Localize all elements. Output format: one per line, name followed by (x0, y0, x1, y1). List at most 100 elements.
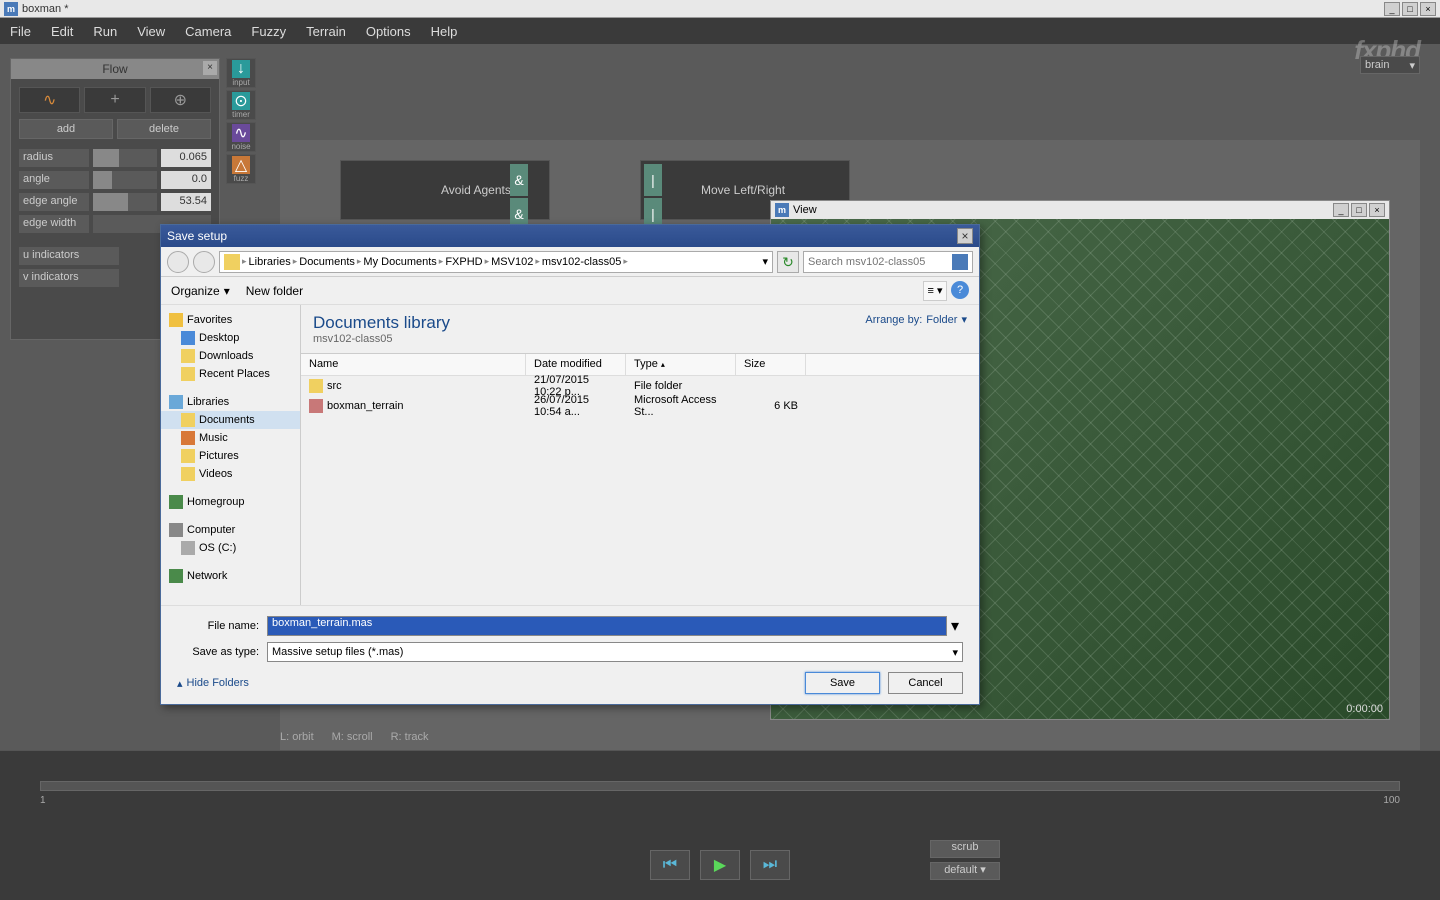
sidebar-libraries[interactable]: Libraries (161, 393, 300, 411)
top-dropdown[interactable]: brain▾ (1360, 56, 1420, 74)
view-close-button[interactable]: × (1369, 203, 1385, 217)
flow-delete-button[interactable]: delete (117, 119, 211, 139)
chevron-down-icon[interactable]: ▾ (947, 616, 963, 636)
param-slider[interactable] (93, 171, 157, 189)
chevron-down-icon[interactable]: ▾ (762, 255, 768, 268)
param-value[interactable]: 53.54 (161, 193, 211, 211)
maximize-button[interactable]: □ (1402, 2, 1418, 16)
folder-icon (181, 367, 195, 381)
library-title: Documents library (313, 313, 450, 333)
param-label: edge angle (19, 193, 89, 211)
menu-camera[interactable]: Camera (185, 24, 231, 39)
param-value[interactable]: 0.0 (161, 171, 211, 189)
menu-help[interactable]: Help (431, 24, 458, 39)
u-indicators[interactable]: u indicators (19, 247, 119, 265)
view-mode-button[interactable]: ≡ ▾ (923, 281, 947, 301)
param-slider[interactable] (93, 193, 157, 211)
saveas-select[interactable]: Massive setup files (*.mas)▾ (267, 642, 963, 662)
tool-timer[interactable]: ⊙timer (226, 90, 256, 120)
timer-icon: ⊙ (232, 92, 250, 110)
sidebar-videos[interactable]: Videos (161, 465, 300, 483)
param-label: radius (19, 149, 89, 167)
chevron-down-icon: ▾ (961, 313, 967, 326)
minimize-button[interactable]: _ (1384, 2, 1400, 16)
menu-terrain[interactable]: Terrain (306, 24, 346, 39)
chevron-down-icon: ▾ (952, 646, 958, 659)
sidebar-recent[interactable]: Recent Places (161, 365, 300, 383)
tool-input[interactable]: ↓input (226, 58, 256, 88)
timeline-start: 1 (40, 795, 46, 806)
scrub-button[interactable]: scrub (930, 840, 1000, 858)
sidebar-music[interactable]: Music (161, 429, 300, 447)
v-indicators[interactable]: v indicators (19, 269, 119, 287)
file-row[interactable]: boxman_terrain 26/07/2015 10:54 a... Mic… (301, 396, 979, 416)
hide-folders-button[interactable]: ▴Hide Folders (177, 677, 249, 690)
node-connector[interactable]: & (510, 164, 534, 196)
view-titlebar[interactable]: m View _ □ × (771, 201, 1389, 219)
dialog-titlebar[interactable]: Save setup × (161, 225, 979, 247)
param-slider[interactable] (93, 149, 157, 167)
save-button[interactable]: Save (805, 672, 880, 694)
menu-run[interactable]: Run (93, 24, 117, 39)
organize-menu[interactable]: Organize ▾ (171, 284, 230, 298)
side-toolbar: ↓input ⊙timer ∿noise △fuzz (226, 58, 256, 184)
breadcrumb[interactable]: ▸Libraries ▸Documents ▸My Documents ▸FXP… (219, 251, 773, 273)
dialog-close-button[interactable]: × (957, 228, 973, 244)
menu-options[interactable]: Options (366, 24, 411, 39)
col-name[interactable]: Name (301, 354, 526, 375)
sidebar-computer[interactable]: Computer (161, 521, 300, 539)
menu-file[interactable]: File (10, 24, 31, 39)
sidebar-drive-c[interactable]: OS (C:) (161, 539, 300, 557)
sidebar-homegroup[interactable]: Homegroup (161, 493, 300, 511)
refresh-button[interactable]: ↻ (777, 251, 799, 273)
new-folder-button[interactable]: New folder (246, 284, 303, 298)
flow-plus-button[interactable]: + (84, 87, 145, 113)
menu-view[interactable]: View (137, 24, 165, 39)
library-icon (169, 395, 183, 409)
search-icon[interactable] (952, 254, 968, 270)
nav-forward-button[interactable] (193, 251, 215, 273)
flow-close-button[interactable]: × (203, 61, 217, 75)
filename-label: File name: (177, 620, 267, 632)
status-hints: L: orbit M: scroll R: track (280, 731, 429, 743)
rewind-button[interactable]: ⏮ (650, 850, 690, 880)
dialog-nav: ▸Libraries ▸Documents ▸My Documents ▸FXP… (161, 247, 979, 277)
tool-noise[interactable]: ∿noise (226, 122, 256, 152)
col-size[interactable]: Size (736, 354, 806, 375)
app-titlebar: m boxman * _ □ × (0, 0, 1440, 18)
flow-circle-button[interactable]: ⊕ (150, 87, 211, 113)
flow-add-button[interactable]: add (19, 119, 113, 139)
folder-icon (309, 379, 323, 393)
arrange-by[interactable]: Arrange by: Folder ▾ (865, 313, 967, 326)
desktop-icon (181, 331, 195, 345)
sidebar-network[interactable]: Network (161, 567, 300, 585)
search-input[interactable] (808, 256, 952, 268)
search-box[interactable] (803, 251, 973, 273)
menu-fuzzy[interactable]: Fuzzy (251, 24, 286, 39)
view-minimize-button[interactable]: _ (1333, 203, 1349, 217)
param-value[interactable]: 0.065 (161, 149, 211, 167)
default-button[interactable]: default ▾ (930, 862, 1000, 880)
folder-icon (181, 413, 195, 427)
pictures-icon (181, 449, 195, 463)
timeline[interactable] (40, 781, 1400, 791)
play-button[interactable]: ▶ (700, 850, 740, 880)
nav-back-button[interactable] (167, 251, 189, 273)
col-type[interactable]: Type ▴ (626, 354, 736, 375)
sidebar-favorites[interactable]: Favorites (161, 311, 300, 329)
view-maximize-button[interactable]: □ (1351, 203, 1367, 217)
sidebar-pictures[interactable]: Pictures (161, 447, 300, 465)
sidebar-downloads[interactable]: Downloads (161, 347, 300, 365)
tool-fuzz[interactable]: △fuzz (226, 154, 256, 184)
flow-curve-button[interactable]: ∿ (19, 87, 80, 113)
forward-button[interactable]: ⏭ (750, 850, 790, 880)
filename-input[interactable]: boxman_terrain.mas (267, 616, 947, 636)
sidebar-desktop[interactable]: Desktop (161, 329, 300, 347)
help-button[interactable]: ? (951, 281, 969, 299)
close-button[interactable]: × (1420, 2, 1436, 16)
node-connector[interactable]: | (644, 164, 668, 196)
cancel-button[interactable]: Cancel (888, 672, 963, 694)
sidebar-documents[interactable]: Documents (161, 411, 300, 429)
videos-icon (181, 467, 195, 481)
menu-edit[interactable]: Edit (51, 24, 73, 39)
